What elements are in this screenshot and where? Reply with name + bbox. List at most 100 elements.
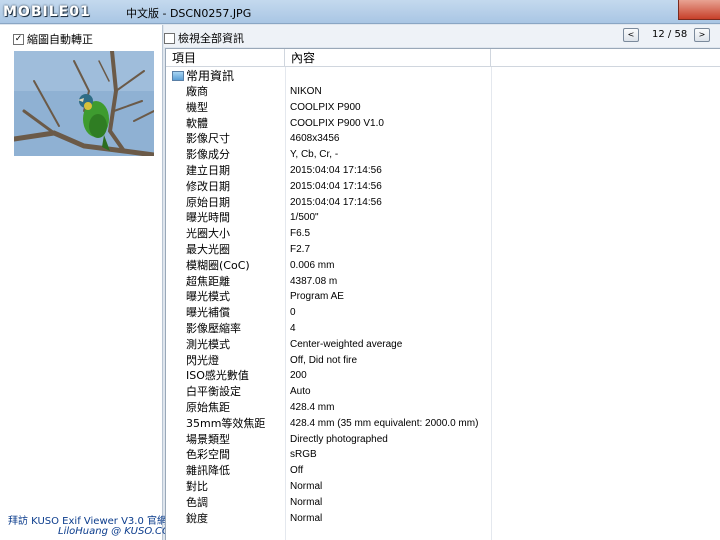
row-item-name: 雜訊降低 <box>186 464 230 478</box>
exif-grid: 項目 內容 常用資訊 廠商 NIKON 機型 COOLPIX P900 軟體 COOLPI… <box>165 48 720 540</box>
previous-image-button[interactable]: < <box>623 28 639 42</box>
table-row[interactable]: 廠商 NIKON <box>166 84 720 100</box>
row-item-name: 色彩空間 <box>186 448 230 462</box>
row-item-value: F2.7 <box>290 244 311 255</box>
chevron-left-icon: < <box>627 30 635 39</box>
row-item-value: NIKON <box>290 86 322 97</box>
row-item-value: Off, Did not fire <box>290 354 358 366</box>
group-row-common-info[interactable]: 常用資訊 <box>166 68 720 84</box>
table-row[interactable]: 光圈大小 F6.5 <box>166 226 720 242</box>
row-item-name: 最大光圈 <box>186 243 230 256</box>
row-item-value: 2015:04:04 17:14:56 <box>290 196 382 208</box>
row-item-name: 色調 <box>186 495 208 509</box>
table-row[interactable]: 影像尺寸 4608x3456 <box>166 131 720 147</box>
row-item-value: COOLPIX P900 <box>290 101 361 113</box>
show-all-info-label: 檢視全部資訊 <box>178 32 244 45</box>
row-item-value: Program AE <box>290 291 344 303</box>
row-item-name: 白平衡設定 <box>186 385 241 399</box>
chevron-right-icon: > <box>698 30 706 39</box>
app-logo: MOBILE01 <box>3 4 91 20</box>
table-row[interactable]: 雜訊降低 Off <box>166 463 720 479</box>
checkbox-unchecked-icon <box>164 32 175 44</box>
table-row[interactable]: 軟體 COOLPIX P900 V1.0 <box>166 116 720 132</box>
row-item-name: 修改日期 <box>186 179 230 193</box>
column-header-empty <box>491 49 720 67</box>
row-item-name: 模糊圈(CoC) <box>186 258 250 272</box>
column-header-item[interactable]: 項目 <box>166 49 285 67</box>
row-item-name: 場景類型 <box>186 432 230 446</box>
table-row[interactable]: 35mm等效焦距 428.4 mm (35 mm equivalent: 2000… <box>166 416 720 432</box>
row-item-value: 0.006 mm <box>290 259 335 271</box>
row-item-name: 軟體 <box>186 116 208 130</box>
table-row[interactable]: 色彩空間 sRGB <box>166 447 720 463</box>
table-row[interactable]: ISO感光數值 200 <box>166 368 720 384</box>
row-item-name: 影像尺寸 <box>186 132 230 146</box>
show-all-info-checkbox[interactable]: 檢視全部資訊 <box>164 30 244 46</box>
left-panel: ✓ 縮圖自動轉正 拜訪 KUSO Exif Viewer V3.0 官網 Lil… <box>0 25 169 540</box>
checkbox-checked-icon: ✓ <box>13 33 24 45</box>
row-item-name: 測光模式 <box>186 337 230 351</box>
row-item-name: 曝光時間 <box>186 211 230 225</box>
row-item-value: 4 <box>290 323 296 334</box>
row-item-name: 影像壓縮率 <box>186 322 241 335</box>
table-row[interactable]: 測光模式 Center-weighted average <box>166 337 720 353</box>
table-row[interactable]: 影像壓縮率 4 <box>166 321 720 337</box>
row-item-value: Y, Cb, Cr, - <box>290 149 339 161</box>
table-row[interactable]: 修改日期 2015:04:04 17:14:56 <box>166 179 720 195</box>
row-item-name: 曝光補償 <box>186 306 230 320</box>
row-item-value: 428.4 mm <box>290 402 335 413</box>
row-item-value: Normal <box>290 512 323 524</box>
row-item-value: 428.4 mm (35 mm equivalent: 2000.0 mm) <box>290 417 479 429</box>
row-item-name: 超焦距離 <box>186 274 230 288</box>
table-row[interactable]: 原始日期 2015:04:04 17:14:56 <box>166 195 720 211</box>
table-row[interactable]: 影像成分 Y, Cb, Cr, - <box>166 147 720 163</box>
close-window-button[interactable] <box>678 0 720 20</box>
table-row[interactable]: 原始焦距 428.4 mm <box>166 400 720 416</box>
folder-icon <box>172 71 184 81</box>
row-item-value: 0 <box>290 307 296 319</box>
row-item-value: 1/500" <box>290 212 319 224</box>
table-row[interactable]: 色調 Normal <box>166 495 720 511</box>
image-counter: 12 / 58 <box>652 29 688 40</box>
row-item-name: 閃光燈 <box>186 353 219 367</box>
table-row[interactable]: 最大光圈 F2.7 <box>166 242 720 258</box>
table-row[interactable]: 機型 COOLPIX P900 <box>166 100 720 116</box>
next-image-button[interactable]: > <box>694 28 710 42</box>
table-row[interactable]: 閃光燈 Off, Did not fire <box>166 353 720 369</box>
group-label: 常用資訊 <box>186 69 235 83</box>
window-title: 中文版 - DSCN0257.JPG <box>126 7 252 20</box>
row-item-value: 2015:04:04 17:14:56 <box>290 165 382 176</box>
table-row[interactable]: 白平衡設定 Auto <box>166 384 720 400</box>
row-item-name: 建立日期 <box>186 164 230 177</box>
row-item-value: COOLPIX P900 V1.0 <box>290 117 384 129</box>
table-row[interactable]: 超焦距離 4387.08 m <box>166 274 720 290</box>
row-item-name: 對比 <box>186 480 208 493</box>
auto-rotate-checkbox[interactable]: ✓ 縮圖自動轉正 <box>13 31 93 47</box>
toolbar: 檢視全部資訊 < 12 / 58 > <box>164 25 720 47</box>
row-item-name: 廠商 <box>186 85 208 98</box>
row-item-value: Center-weighted average <box>290 338 403 350</box>
row-item-value: 2015:04:04 17:14:56 <box>290 180 382 192</box>
photo-thumbnail <box>14 51 154 156</box>
table-row[interactable]: 建立日期 2015:04:04 17:14:56 <box>166 163 720 179</box>
auto-rotate-label: 縮圖自動轉正 <box>27 33 93 46</box>
title-bar: MOBILE01 中文版 - DSCN0257.JPG <box>0 0 720 24</box>
table-row[interactable]: 曝光時間 1/500" <box>166 210 720 226</box>
row-item-name: 35mm等效焦距 <box>186 416 266 430</box>
row-item-name: 影像成分 <box>186 148 230 162</box>
column-header-content[interactable]: 內容 <box>285 49 491 67</box>
row-item-name: 曝光模式 <box>186 290 230 304</box>
row-item-name: 銳度 <box>186 511 208 525</box>
table-row[interactable]: 曝光模式 Program AE <box>166 289 720 305</box>
table-row[interactable]: 對比 Normal <box>166 479 720 495</box>
table-row[interactable]: 模糊圈(CoC) 0.006 mm <box>166 258 720 274</box>
table-row[interactable]: 場景類型 Directly photographed <box>166 432 720 448</box>
table-row[interactable]: 曝光補償 0 <box>166 305 720 321</box>
table-row[interactable]: 銳度 Normal <box>166 511 720 527</box>
row-item-value: Normal <box>290 496 323 508</box>
visit-website-link[interactable]: 拜訪 KUSO Exif Viewer V3.0 官網 <box>8 512 167 527</box>
row-item-name: ISO感光數值 <box>186 369 249 383</box>
row-item-name: 機型 <box>186 100 208 114</box>
row-item-value: Normal <box>290 481 323 492</box>
author-credit: LiloHuang @ KUSO.CC <box>58 526 169 537</box>
